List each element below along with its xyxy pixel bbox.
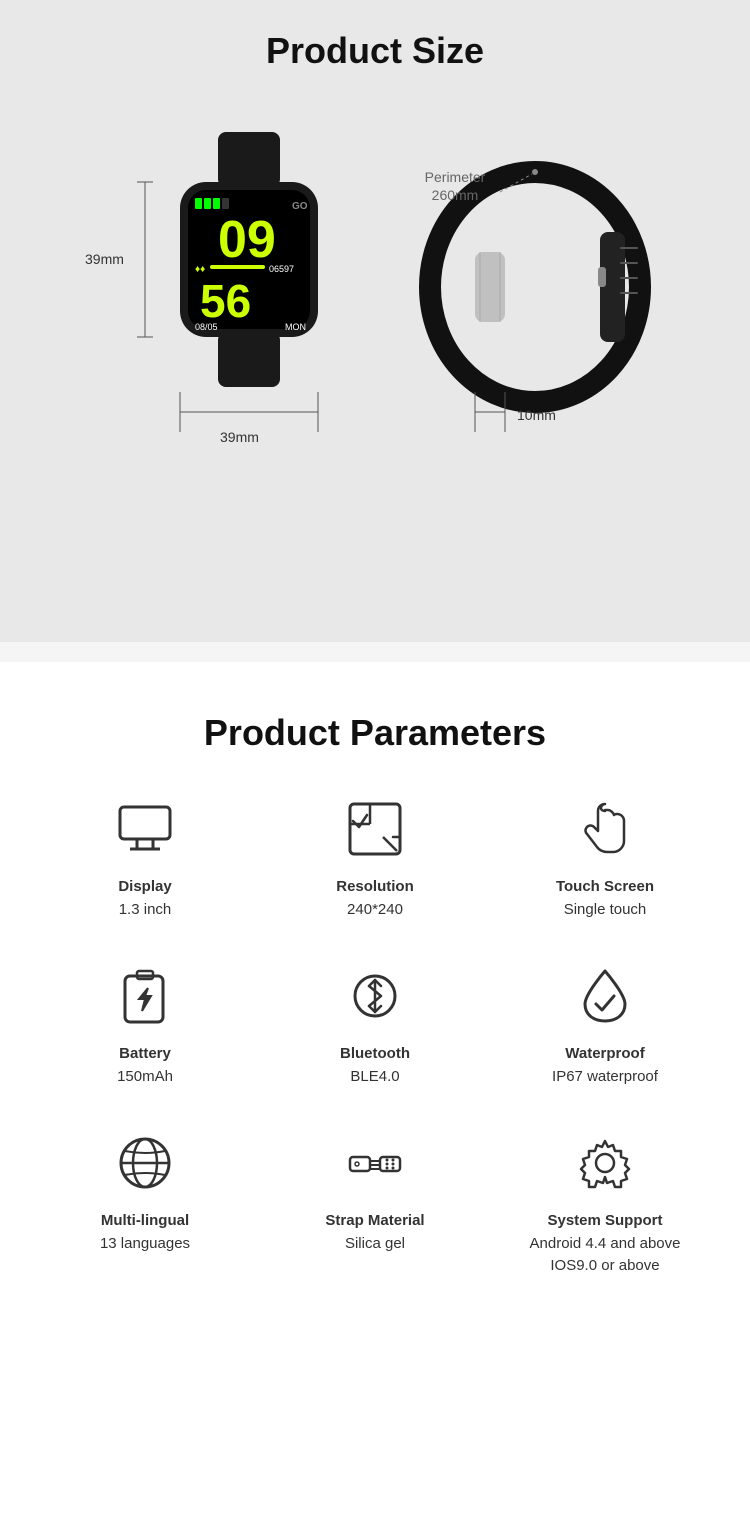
product-params-title: Product Parameters: [40, 712, 710, 754]
system-icon: [570, 1128, 640, 1198]
param-display: Display 1.3 inch: [40, 794, 250, 921]
system-label: System Support Android 4.4 and above IOS…: [530, 1210, 681, 1278]
strap-icon: [340, 1128, 410, 1198]
param-strap: Strap Material Silica gel: [270, 1128, 480, 1278]
battery-label: Battery 150mAh: [117, 1043, 173, 1088]
svg-text:39mm: 39mm: [85, 251, 124, 267]
battery-icon: [110, 961, 180, 1031]
param-waterproof: Waterproof IP67 waterproof: [500, 961, 710, 1088]
param-resolution: Resolution 240*240: [270, 794, 480, 921]
svg-text:GO: GO: [292, 201, 308, 212]
svg-text:♦♦: ♦♦: [195, 264, 205, 275]
svg-text:39mm: 39mm: [220, 429, 259, 445]
section-divider: [0, 642, 750, 662]
svg-text:MON: MON: [285, 322, 306, 332]
resolution-label: Resolution 240*240: [336, 876, 414, 921]
size-diagram: GO 09 ♦♦ 06597 56 08/05 MON 39mm: [20, 102, 730, 602]
svg-text:08/05: 08/05: [195, 322, 218, 332]
params-grid: Display 1.3 inch Resolution 240*240: [40, 794, 710, 1278]
bluetooth-icon: [340, 961, 410, 1031]
bluetooth-label: Bluetooth BLE4.0: [340, 1043, 410, 1088]
param-bluetooth: Bluetooth BLE4.0: [270, 961, 480, 1088]
display-icon: [110, 794, 180, 864]
svg-text:260mm: 260mm: [432, 187, 479, 203]
svg-text:Perimeter: Perimeter: [425, 169, 486, 185]
svg-text:09: 09: [218, 211, 276, 269]
product-size-title: Product Size: [20, 30, 730, 72]
waterproof-label: Waterproof IP67 waterproof: [552, 1043, 658, 1088]
waterproof-icon: [570, 961, 640, 1031]
display-label: Display 1.3 inch: [118, 876, 171, 921]
language-icon: [110, 1128, 180, 1198]
language-label: Multi-lingual 13 languages: [100, 1210, 190, 1255]
strap-label: Strap Material Silica gel: [325, 1210, 424, 1255]
resolution-icon: [340, 794, 410, 864]
svg-text:10mm: 10mm: [517, 407, 556, 423]
param-system: System Support Android 4.4 and above IOS…: [500, 1128, 710, 1278]
touch-icon: [570, 794, 640, 864]
svg-text:06597: 06597: [269, 264, 294, 274]
product-params-section: Product Parameters Display 1.3 inch: [0, 662, 750, 1338]
svg-text:56: 56: [200, 275, 251, 327]
param-battery: Battery 150mAh: [40, 961, 250, 1088]
param-language: Multi-lingual 13 languages: [40, 1128, 250, 1278]
product-size-section: Product Size GO 09: [0, 0, 750, 642]
touch-label: Touch Screen Single touch: [556, 876, 654, 921]
param-touch: Touch Screen Single touch: [500, 794, 710, 921]
